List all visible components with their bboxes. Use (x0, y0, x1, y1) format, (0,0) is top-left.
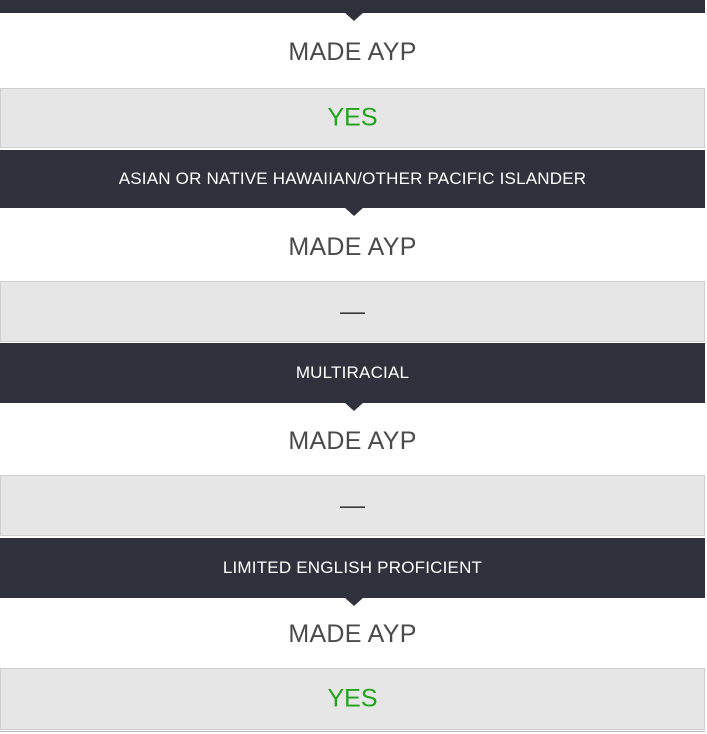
subgroup-header-label: MULTIRACIAL (295, 363, 410, 382)
ayp-result-box: YES (0, 668, 705, 730)
header-pointer-icon (344, 402, 364, 411)
header-pointer-icon (344, 207, 364, 216)
subgroup-header: ASIAN OR NATIVE HAWAIIAN/OTHER PACIFIC I… (0, 150, 705, 216)
ayp-result-box: YES (0, 88, 705, 148)
made-ayp-label: MADE AYP (288, 38, 417, 66)
bottom-divider (0, 731, 705, 732)
made-ayp-label: MADE AYP (288, 427, 417, 455)
ayp-result-value: — (340, 491, 365, 519)
ayp-result-box: — (0, 475, 705, 536)
ayp-result-value: YES (327, 103, 378, 132)
made-ayp-label: MADE AYP (288, 233, 417, 261)
subgroup-header-partial (0, 0, 705, 21)
header-pointer-icon (344, 12, 364, 21)
subgroup-header-label: LIMITED ENGLISH PROFICIENT (222, 558, 483, 577)
subgroup-header: MULTIRACIAL (0, 343, 705, 411)
subgroup-header-label: ASIAN OR NATIVE HAWAIIAN/OTHER PACIFIC I… (118, 169, 587, 188)
header-pointer-icon (344, 597, 364, 606)
ayp-result-box: — (0, 281, 705, 342)
ayp-result-value: YES (327, 684, 378, 713)
ayp-result-value: — (340, 297, 365, 325)
made-ayp-label: MADE AYP (288, 620, 417, 648)
subgroup-header: LIMITED ENGLISH PROFICIENT (0, 538, 705, 606)
